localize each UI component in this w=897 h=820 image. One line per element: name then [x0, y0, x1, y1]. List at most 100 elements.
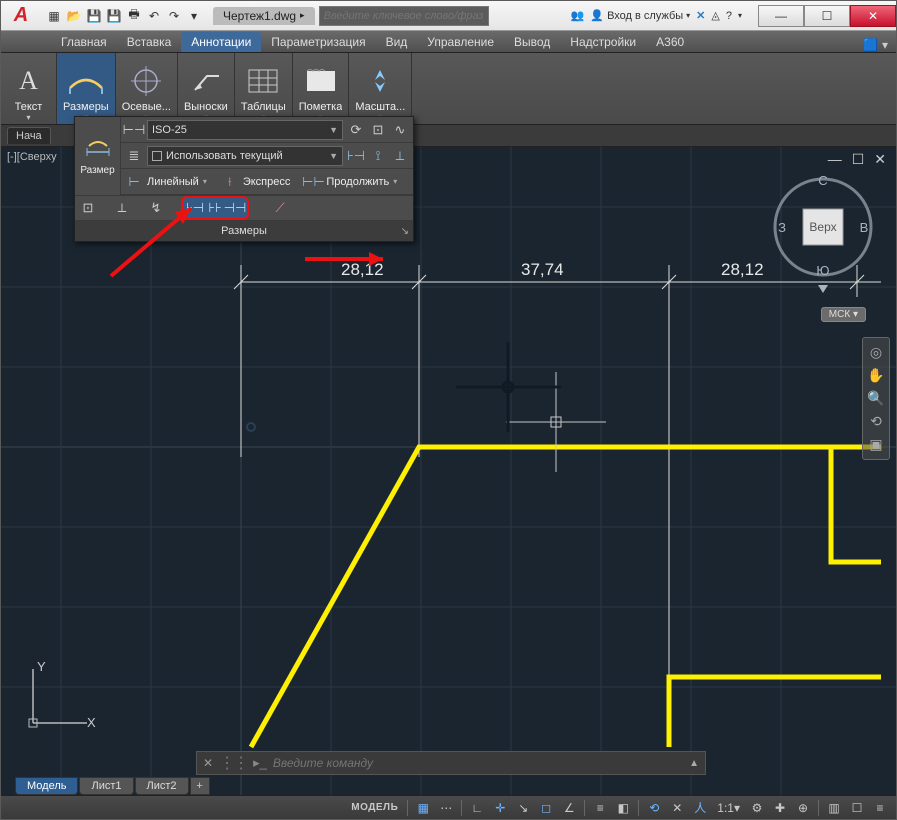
status-cycling-icon[interactable]: ⟲	[644, 799, 664, 817]
file-dropdown-icon[interactable]: ▸	[300, 10, 305, 21]
panel-annotation-scaling[interactable]: Масшта... ▾	[349, 53, 412, 124]
qat-new-icon[interactable]: ▦	[45, 7, 63, 25]
status-snap-icon[interactable]: ⋯	[436, 799, 456, 817]
nav-pan-icon[interactable]: ✋	[867, 367, 884, 384]
linear-dim-icon[interactable]: ⊢	[125, 173, 143, 191]
qat-print-icon[interactable]: 🖶	[125, 7, 143, 25]
layout2-tab[interactable]: Лист2	[135, 777, 189, 795]
drawing-area[interactable]: [-][Сверху — ☐ ✕	[1, 147, 896, 819]
dimbreak-icon[interactable]: ⊡	[79, 199, 97, 217]
tab-view[interactable]: Вид	[376, 32, 418, 52]
app-logo[interactable]: A	[1, 1, 41, 31]
status-workspace-icon[interactable]: ⚙	[747, 799, 767, 817]
qat-more-icon[interactable]: ▾	[185, 7, 203, 25]
tab-addins[interactable]: Надстройки	[560, 32, 646, 52]
cmdline-history-icon[interactable]: ▲	[689, 758, 699, 769]
status-transparency-icon[interactable]: ◧	[613, 799, 633, 817]
add-layout-button[interactable]: +	[190, 777, 210, 795]
help-icon[interactable]: ?	[726, 10, 732, 22]
status-polar-icon[interactable]: ✛	[490, 799, 510, 817]
highlighted-tool-group[interactable]: ⊦⊣ ⊦⊦ ⊣⊣	[181, 196, 249, 220]
panel-text[interactable]: A Текст ▾	[1, 53, 57, 124]
qat-save-icon[interactable]: 💾	[85, 7, 103, 25]
cmdline-close-icon[interactable]: ✕	[203, 756, 213, 770]
file-tab[interactable]: Чертеж1.dwg ▸	[213, 7, 315, 25]
start-tab[interactable]: Нача	[7, 127, 51, 144]
command-input[interactable]	[273, 756, 683, 770]
status-annoscale[interactable]: 1:1 ▾	[713, 799, 744, 817]
continue-dim-icon[interactable]: ⊢⊢	[304, 173, 322, 191]
help-dropdown-icon[interactable]: ▾	[738, 11, 742, 20]
tab-parametric[interactable]: Параметризация	[261, 32, 375, 52]
qat-open-icon[interactable]: 📂	[65, 7, 83, 25]
status-grid-icon[interactable]: ▦	[413, 799, 433, 817]
status-lineweight-icon[interactable]: ≡	[590, 799, 610, 817]
model-tab[interactable]: Модель	[15, 777, 78, 795]
nav-showmotion-icon[interactable]: ▣	[869, 436, 882, 453]
dim-opt2-icon[interactable]: ⟟	[369, 147, 387, 165]
status-model-button[interactable]: МОДЕЛЬ	[347, 799, 402, 817]
status-osnap-icon[interactable]: ◻	[536, 799, 556, 817]
exchange-icon[interactable]: ✕	[696, 9, 705, 22]
tab-manage[interactable]: Управление	[417, 32, 504, 52]
maximize-button[interactable]: ☐	[804, 5, 850, 27]
nav-wheel-icon[interactable]: ◎	[870, 344, 882, 361]
dim-layer-combo[interactable]: Использовать текущий ▼	[147, 146, 343, 166]
infocenter-icon[interactable]: 👥	[571, 9, 585, 22]
status-3dosnap-icon[interactable]: ✕	[667, 799, 687, 817]
dim-angular-icon[interactable]: ⟂	[113, 199, 131, 217]
qat-undo-icon[interactable]: ↶	[145, 7, 163, 25]
dim-jog-icon[interactable]: ↯	[147, 199, 165, 217]
panel-dimensions[interactable]: Размеры ▾	[57, 53, 116, 124]
status-dynamic-ucs-icon[interactable]: 人	[690, 799, 710, 817]
dim-opt3-icon[interactable]: ⟂	[391, 147, 409, 165]
a360-icon[interactable]: ◬	[711, 9, 719, 22]
dimstyle-combo[interactable]: ISO-25 ▼	[147, 120, 343, 140]
tab-output[interactable]: Вывод	[504, 32, 560, 52]
layout1-tab[interactable]: Лист1	[79, 777, 133, 795]
status-otrack-icon[interactable]: ∠	[559, 799, 579, 817]
dim-opt1-icon[interactable]: ⊦⊣	[347, 147, 365, 165]
command-line[interactable]: ✕ ⋮⋮ ▸_ ▲	[196, 751, 706, 775]
cmdline-grip-icon[interactable]: ⋮⋮	[219, 753, 247, 773]
search-box[interactable]	[319, 6, 489, 26]
linear-label[interactable]: Линейный	[147, 176, 199, 188]
ribbon-featured-icon[interactable]: 🟦	[863, 38, 878, 52]
ucs-icon[interactable]: X Y	[21, 659, 101, 739]
dim-oblique-icon[interactable]: ⟋	[271, 199, 289, 217]
signin-button[interactable]: 👤 Вход в службы ▾	[590, 9, 690, 22]
flyout-big-button[interactable]: Размер	[75, 117, 121, 195]
dim-chain-icon[interactable]: ⊣⊣	[226, 199, 244, 217]
tab-a360[interactable]: A360	[646, 32, 694, 52]
dim-reassoc-icon[interactable]: ⊡	[369, 121, 387, 139]
status-annomon-icon[interactable]: ✚	[770, 799, 790, 817]
status-clean-icon[interactable]: ☐	[847, 799, 867, 817]
flyout-title[interactable]: Размеры ↘	[75, 221, 413, 241]
ribbon-collapse-icon[interactable]: ▾	[882, 38, 888, 52]
panel-tables[interactable]: Таблицы ▾	[235, 53, 293, 124]
qat-redo-icon[interactable]: ↷	[165, 7, 183, 25]
status-ortho-icon[interactable]: ∟	[467, 799, 487, 817]
wcs-badge[interactable]: МСК ▾	[821, 307, 866, 322]
panel-leaders[interactable]: Выноски ▾	[178, 53, 235, 124]
nav-zoom-icon[interactable]: 🔍	[867, 390, 884, 407]
quick-dim-icon[interactable]: ⟊	[221, 173, 239, 191]
tab-insert[interactable]: Вставка	[117, 32, 182, 52]
nav-orbit-icon[interactable]: ⟲	[870, 413, 882, 430]
dim-baseline-icon[interactable]: ⊦⊦	[206, 199, 224, 217]
tab-annotate[interactable]: Аннотации	[181, 32, 261, 52]
status-customize-icon[interactable]: ≡	[870, 799, 890, 817]
status-qp-icon[interactable]: ▥	[824, 799, 844, 817]
qat-saveas-icon[interactable]: 💾	[105, 7, 123, 25]
tab-home[interactable]: Главная	[51, 32, 117, 52]
minimize-button[interactable]: —	[758, 5, 804, 27]
panel-centerlines[interactable]: Осевые... ▾	[116, 53, 178, 124]
dim-update-icon[interactable]: ⟳	[347, 121, 365, 139]
dialog-launcher-icon[interactable]: ↘	[401, 226, 409, 237]
search-input[interactable]	[319, 6, 489, 26]
viewcube[interactable]: С З В Ю Верх	[768, 157, 878, 297]
continue-label[interactable]: Продолжить	[326, 176, 389, 188]
dim-graph-icon[interactable]: ∿	[391, 121, 409, 139]
status-units-icon[interactable]: ⊕	[793, 799, 813, 817]
panel-markup[interactable]: Пометка ▾	[293, 53, 350, 124]
